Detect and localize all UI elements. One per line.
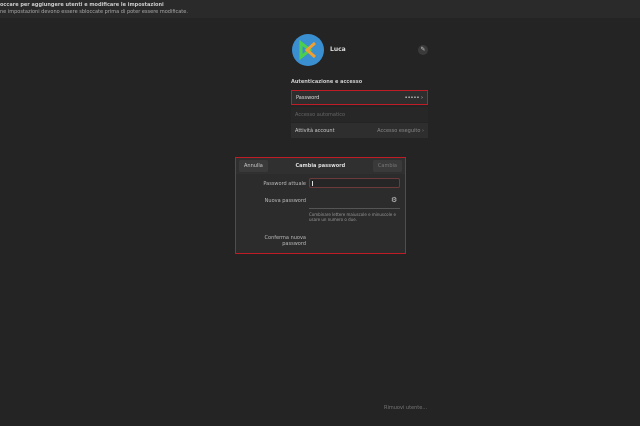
confirm-password-input[interactable] [309,232,400,242]
banner-subtitle: ne impostazioni devono essere sbloccate … [0,9,188,15]
chevron-right-icon: › [422,127,424,134]
avatar-logo-icon [299,39,316,61]
password-value: ••••• [404,94,420,101]
new-password-label: Nuova password [264,198,306,204]
user-name: Luca [330,46,346,53]
confirm-password-label: Conferma nuova password [264,235,306,247]
chevron-right-icon: › [421,94,423,101]
unlock-banner: occare per aggiungere utenti e modificar… [0,0,640,18]
activity-label: Attività account [295,127,335,134]
account-activity-row[interactable]: Attività account Accesso eseguito › [291,123,428,138]
remove-user-button[interactable]: Rimuovi utente... [384,405,427,411]
generate-password-icon[interactable]: ⚙ [391,196,397,204]
avatar[interactable] [292,34,324,66]
password-hint: Combinare lettere maiuscole e minuscole … [309,212,396,222]
activity-value: Accesso eseguito [377,127,421,134]
current-password-input[interactable] [309,178,400,188]
edit-name-button[interactable]: ✎ [418,45,428,55]
banner-title: occare per aggiungere utenti e modificar… [0,2,164,8]
change-button[interactable]: Cambia [372,160,402,172]
auth-section-title: Autenticazione e accesso [291,79,363,85]
dialog-title: Cambia password [295,163,346,169]
cancel-button[interactable]: Annulla [239,160,268,172]
current-password-label: Password attuale [263,181,306,187]
auto-login-row[interactable]: Accesso automatico [291,107,428,122]
new-password-input[interactable] [309,208,400,209]
password-label: Password [296,94,320,101]
auto-login-label: Accesso automatico [295,111,346,118]
pencil-icon: ✎ [420,46,426,53]
password-row[interactable]: Password ••••• › [291,90,428,105]
